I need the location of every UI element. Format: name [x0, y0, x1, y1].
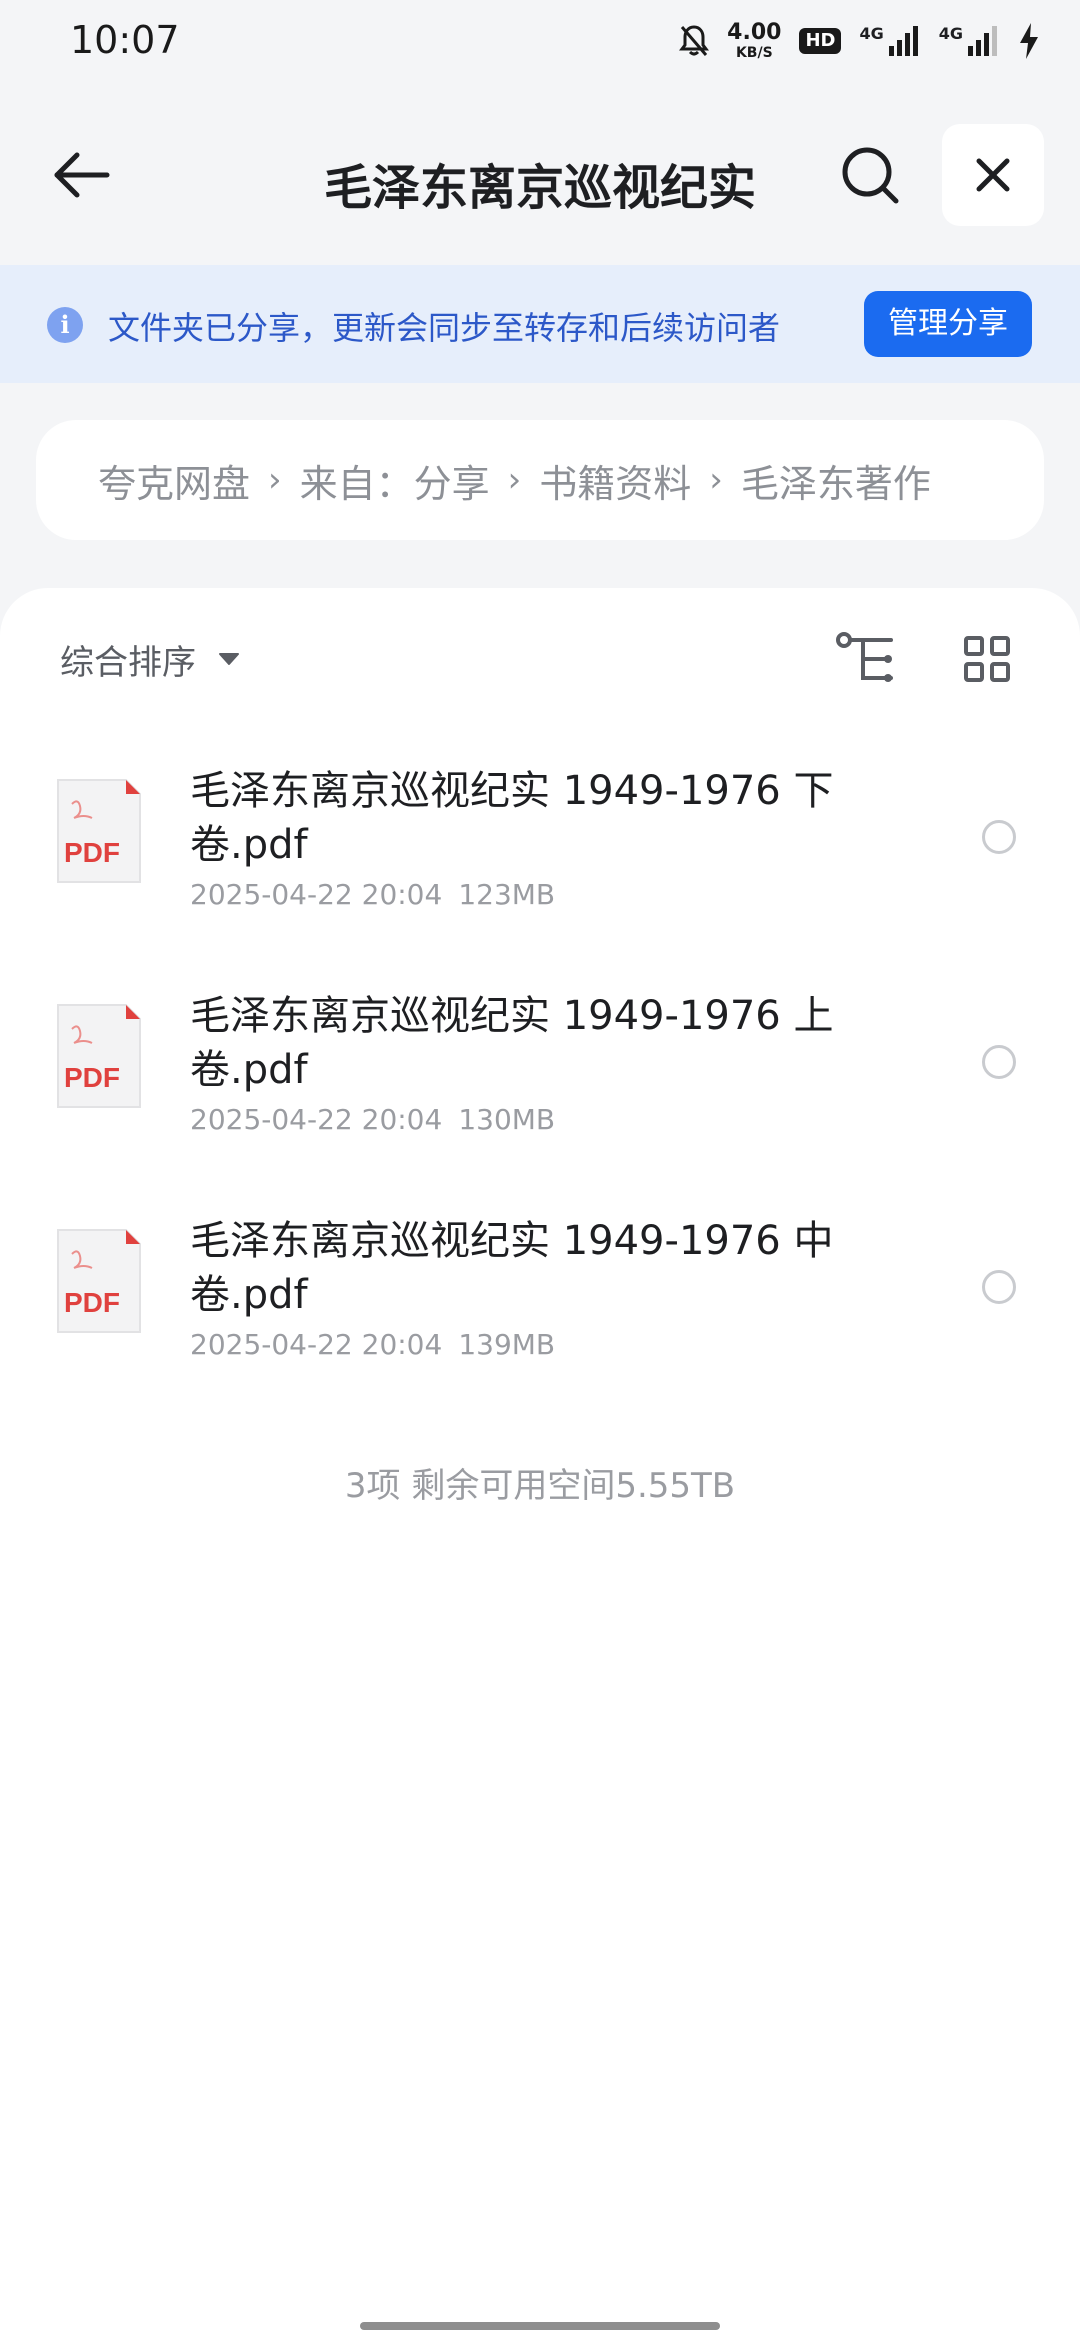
caret-down-icon	[219, 653, 239, 665]
signal-4g-secondary-icon: 4G	[939, 24, 1000, 58]
status-time: 10:07	[70, 18, 180, 62]
file-name: 毛泽东离京巡视纪实 1949-1976 下卷.pdf	[190, 768, 834, 868]
network-speed-value: 4.00	[727, 20, 782, 45]
info-icon: i	[47, 307, 83, 343]
select-radio[interactable]	[982, 1045, 1016, 1079]
file-row[interactable]: PDF 毛泽东离京巡视纪实 1949-1976 上卷.pdf 2025-04-2…	[0, 963, 1080, 1188]
hd-badge: HD	[799, 28, 842, 54]
title-bar: 毛泽东离京巡视纪实	[0, 110, 1080, 240]
breadcrumb-item-current-folder[interactable]: 毛泽东著作	[741, 453, 931, 508]
breadcrumb-path: 夸克网盘 › 来自：分享 › 书籍资料 › 毛泽东著作	[98, 420, 984, 540]
tree-view-button[interactable]	[830, 624, 900, 694]
file-size: 130MB	[458, 1103, 556, 1136]
file-meta: 2025-04-22 20:04 130MB	[190, 1103, 555, 1136]
select-radio[interactable]	[982, 1270, 1016, 1304]
breadcrumb: 夸克网盘 › 来自：分享 › 书籍资料 › 毛泽东著作	[36, 420, 1044, 540]
chevron-right-icon: ›	[507, 460, 522, 500]
chevron-right-icon: ›	[268, 460, 282, 500]
chevron-right-icon: ›	[709, 460, 723, 500]
grid-view-icon	[964, 636, 1010, 682]
file-date: 2025-04-22 20:04	[190, 878, 443, 911]
file-date: 2025-04-22 20:04	[190, 1328, 443, 1361]
file-meta: 2025-04-22 20:04 123MB	[190, 878, 555, 911]
close-icon	[976, 158, 1010, 192]
status-icons: 4.00 KB/S HD 4G 4G	[679, 16, 1040, 66]
close-button[interactable]	[942, 124, 1044, 226]
file-row[interactable]: PDF 毛泽东离京巡视纪实 1949-1976 中卷.pdf 2025-04-2…	[0, 1188, 1080, 1413]
home-indicator[interactable]	[360, 2322, 720, 2330]
pdf-file-icon: PDF	[54, 776, 144, 886]
breadcrumb-item-quark-drive[interactable]: 夸克网盘	[98, 453, 250, 508]
mute-bell-icon	[679, 24, 710, 58]
manage-share-button[interactable]: 管理分享	[864, 291, 1032, 357]
file-row[interactable]: PDF 毛泽东离京巡视纪实 1949-1976 下卷.pdf 2025-04-2…	[0, 738, 1080, 963]
file-list: PDF 毛泽东离京巡视纪实 1949-1976 下卷.pdf 2025-04-2…	[0, 738, 1080, 1413]
file-list-panel: 综合排序 PDF 毛泽东离京巡视纪实 1949-1976 下卷.pdf 2025…	[0, 588, 1080, 2340]
grid-view-button[interactable]	[952, 624, 1022, 694]
charging-icon	[1018, 22, 1040, 60]
signal-label: 4G	[859, 24, 884, 43]
file-date: 2025-04-22 20:04	[190, 1103, 443, 1136]
network-speed: 4.00 KB/S	[727, 20, 782, 61]
sort-button[interactable]: 综合排序	[60, 634, 240, 684]
file-name: 毛泽东离京巡视纪实 1949-1976 上卷.pdf	[190, 993, 834, 1093]
pdf-label: PDF	[64, 1062, 120, 1093]
network-speed-unit: KB/S	[735, 45, 773, 61]
storage-summary: 3项 剩余可用空间5.55TB	[344, 1466, 736, 1506]
pdf-file-icon: PDF	[54, 1226, 144, 1336]
page-title: 毛泽东离京巡视纪实	[323, 160, 756, 216]
breadcrumb-item-book-materials[interactable]: 书籍资料	[539, 453, 691, 508]
share-banner: i 文件夹已分享，更新会同步至转存和后续访问者 管理分享	[0, 265, 1080, 383]
search-icon	[842, 147, 899, 204]
sort-label: 综合排序	[60, 642, 196, 683]
file-size: 139MB	[458, 1328, 556, 1361]
file-size: 123MB	[458, 878, 556, 911]
pdf-file-icon: PDF	[54, 1001, 144, 1111]
pdf-label: PDF	[64, 837, 120, 868]
breadcrumb-fade	[928, 420, 1008, 540]
breadcrumb-item-from-share[interactable]: 来自：分享	[300, 453, 490, 508]
file-name: 毛泽东离京巡视纪实 1949-1976 中卷.pdf	[190, 1218, 834, 1318]
file-meta: 2025-04-22 20:04 139MB	[190, 1328, 555, 1361]
search-button[interactable]	[835, 140, 905, 210]
signal-4g-icon: 4G	[859, 24, 920, 58]
pdf-label: PDF	[64, 1287, 120, 1318]
status-bar: 10:07 4.00 KB/S HD 4G 4G	[0, 0, 1080, 84]
share-notice-text: 文件夹已分享，更新会同步至转存和后续访问者	[108, 309, 781, 347]
signal-label-secondary: 4G	[938, 24, 963, 43]
select-radio[interactable]	[982, 820, 1016, 854]
tree-structure-icon	[836, 632, 893, 682]
